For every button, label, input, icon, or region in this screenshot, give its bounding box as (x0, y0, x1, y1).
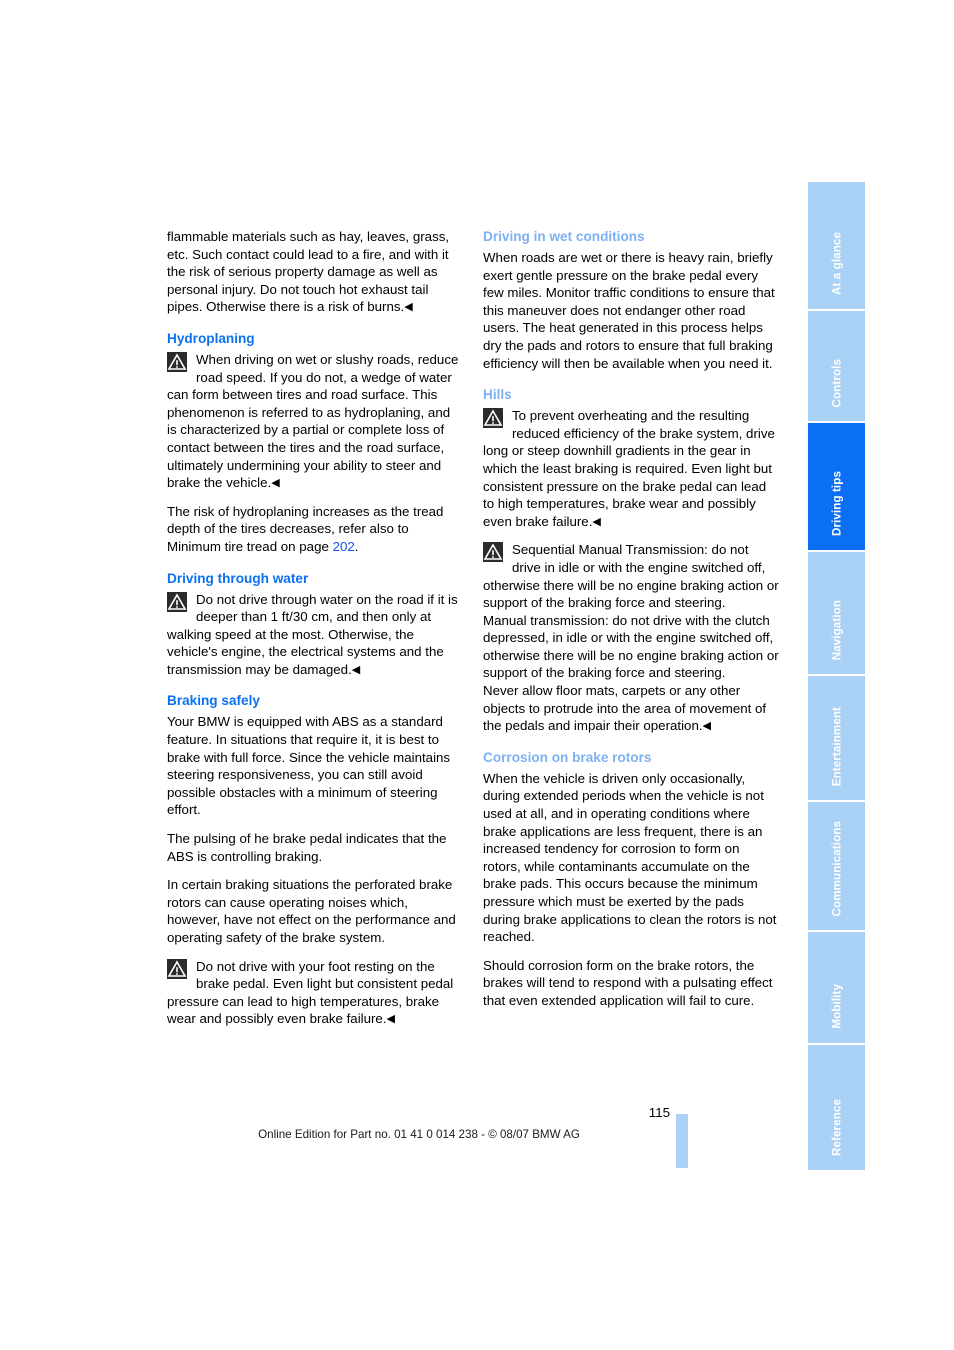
heading-driving-in-wet-conditions: Driving in wet conditions (483, 229, 645, 244)
sidebar-tab-label: Communications (830, 820, 843, 916)
sidebar-tab-mobility[interactable]: Mobility (808, 932, 865, 1043)
warning-end-marker: ◀ (271, 477, 280, 490)
page-reference-link-202[interactable]: 202 (333, 539, 355, 554)
sidebar-tab-navigation[interactable]: Navigation (808, 552, 865, 674)
driving-in-wet-conditions-paragraph: When roads are wet or there is heavy rai… (483, 250, 775, 371)
braking-safely-paragraph-3: In certain braking situations the perfor… (167, 877, 456, 945)
warning-text-braking-safely: Do not drive with your foot resting on t… (167, 959, 453, 1027)
page-number: 115 (648, 1105, 670, 1120)
braking-safely-paragraph-1: Your BMW is equipped with ABS as a stand… (167, 714, 451, 818)
warning-end-marker: ◀ (592, 515, 601, 528)
braking-safely-paragraph-2: The pulsing of he brake pedal indicates … (167, 831, 447, 864)
sidebar-tab-label: Reference (830, 1099, 843, 1156)
heading-braking-safely: Braking safely (167, 693, 260, 709)
warning-text-floor-mats: Never allow floor mats, carpets or any o… (483, 683, 767, 734)
sidebar-tab-reference[interactable]: Reference (808, 1045, 865, 1170)
sidebar-tab-label: Mobility (830, 984, 843, 1029)
warning-block-hills-overheating: To prevent overheating and the resulting… (483, 407, 779, 530)
warning-text-manual-transmission: Manual transmission: do not drive with t… (483, 612, 779, 681)
hydroplaning-tread-paragraph: The risk of hydroplaning increases as th… (167, 503, 463, 556)
continued-paragraph: flammable materials such as hay, leaves,… (167, 228, 463, 316)
sidebar-tab-label: Navigation (830, 599, 843, 660)
heading-hydroplaning: Hydroplaning (167, 330, 255, 346)
hydroplaning-tread-suffix: . (354, 538, 359, 554)
section-tab-strip: At a glance Controls Driving tips Naviga… (808, 182, 865, 1170)
warning-end-marker: ◀ (702, 720, 712, 733)
warning-text-driving-through-water-body: Do not drive through water on the road i… (167, 591, 458, 677)
corrosion-paragraph-1: When the vehicle is driven only occasion… (483, 770, 777, 945)
heading-driving-through-water: Driving through water (167, 570, 309, 586)
warning-triangle-icon (167, 351, 187, 372)
footer-accent-bar (676, 1114, 688, 1168)
sidebar-tab-label: At a glance (830, 232, 843, 295)
sidebar-tab-label: Entertainment (830, 706, 843, 786)
corrosion-paragraph-2: Should corrosion form on the brake rotor… (483, 957, 773, 1008)
sidebar-tab-at-a-glance[interactable]: At a glance (808, 182, 865, 309)
right-text-column: Driving in wet conditions When roads are… (483, 228, 779, 1021)
sidebar-tab-controls[interactable]: Controls (808, 311, 865, 421)
warning-text-hydroplaning-body: When driving on wet or slushy roads, red… (167, 351, 459, 491)
hydroplaning-tread-prefix: The risk of hydroplaning increases as th… (167, 503, 444, 554)
warning-text-smg: Sequential Manual Transmission: do not d… (483, 542, 779, 611)
sidebar-tab-label: Driving tips (830, 471, 843, 536)
warning-text-braking-safely-body: Do not drive with your foot resting on t… (167, 958, 454, 1027)
paragraph-end-marker: ◀ (404, 301, 413, 314)
warning-triangle-icon (167, 958, 187, 979)
warning-triangle-icon (483, 408, 503, 429)
warning-text-driving-through-water: Do not drive through water on the road i… (167, 592, 458, 677)
warning-text-hills-overheating: To prevent overheating and the resulting… (483, 408, 775, 529)
warning-block-braking-safely: Do not drive with your foot resting on t… (167, 958, 463, 1028)
footer-edition-note: Online Edition for Part no. 01 41 0 014 … (258, 1128, 580, 1141)
heading-hills: Hills (483, 387, 512, 403)
sidebar-tab-entertainment[interactable]: Entertainment (808, 676, 865, 800)
warning-block-hydroplaning: When driving on wet or slushy roads, red… (167, 351, 463, 492)
left-text-column: flammable materials such as hay, leaves,… (167, 228, 463, 1039)
warning-end-marker: ◀ (386, 1013, 395, 1026)
warning-triangle-icon (167, 591, 187, 612)
warning-block-driving-through-water: Do not drive through water on the road i… (167, 591, 463, 679)
manual-page: flammable materials such as hay, leaves,… (0, 0, 954, 1350)
warning-text-hydroplaning: When driving on wet or slushy roads, red… (167, 352, 458, 490)
warning-text-hills-overheating-body: To prevent overheating and the resulting… (483, 408, 775, 529)
sidebar-tab-driving-tips[interactable]: Driving tips (808, 423, 865, 550)
warning-block-hills-transmission: Sequential Manual Transmission: do not d… (483, 541, 779, 735)
sidebar-tab-communications[interactable]: Communications (808, 802, 865, 930)
warning-text-hills-transmission: Sequential Manual Transmission: do not d… (483, 542, 779, 733)
heading-corrosion-on-brake-rotors: Corrosion on brake rotors (483, 749, 652, 765)
sidebar-tab-label: Controls (830, 358, 843, 407)
warning-triangle-icon (483, 542, 503, 563)
warning-end-marker: ◀ (351, 663, 361, 676)
